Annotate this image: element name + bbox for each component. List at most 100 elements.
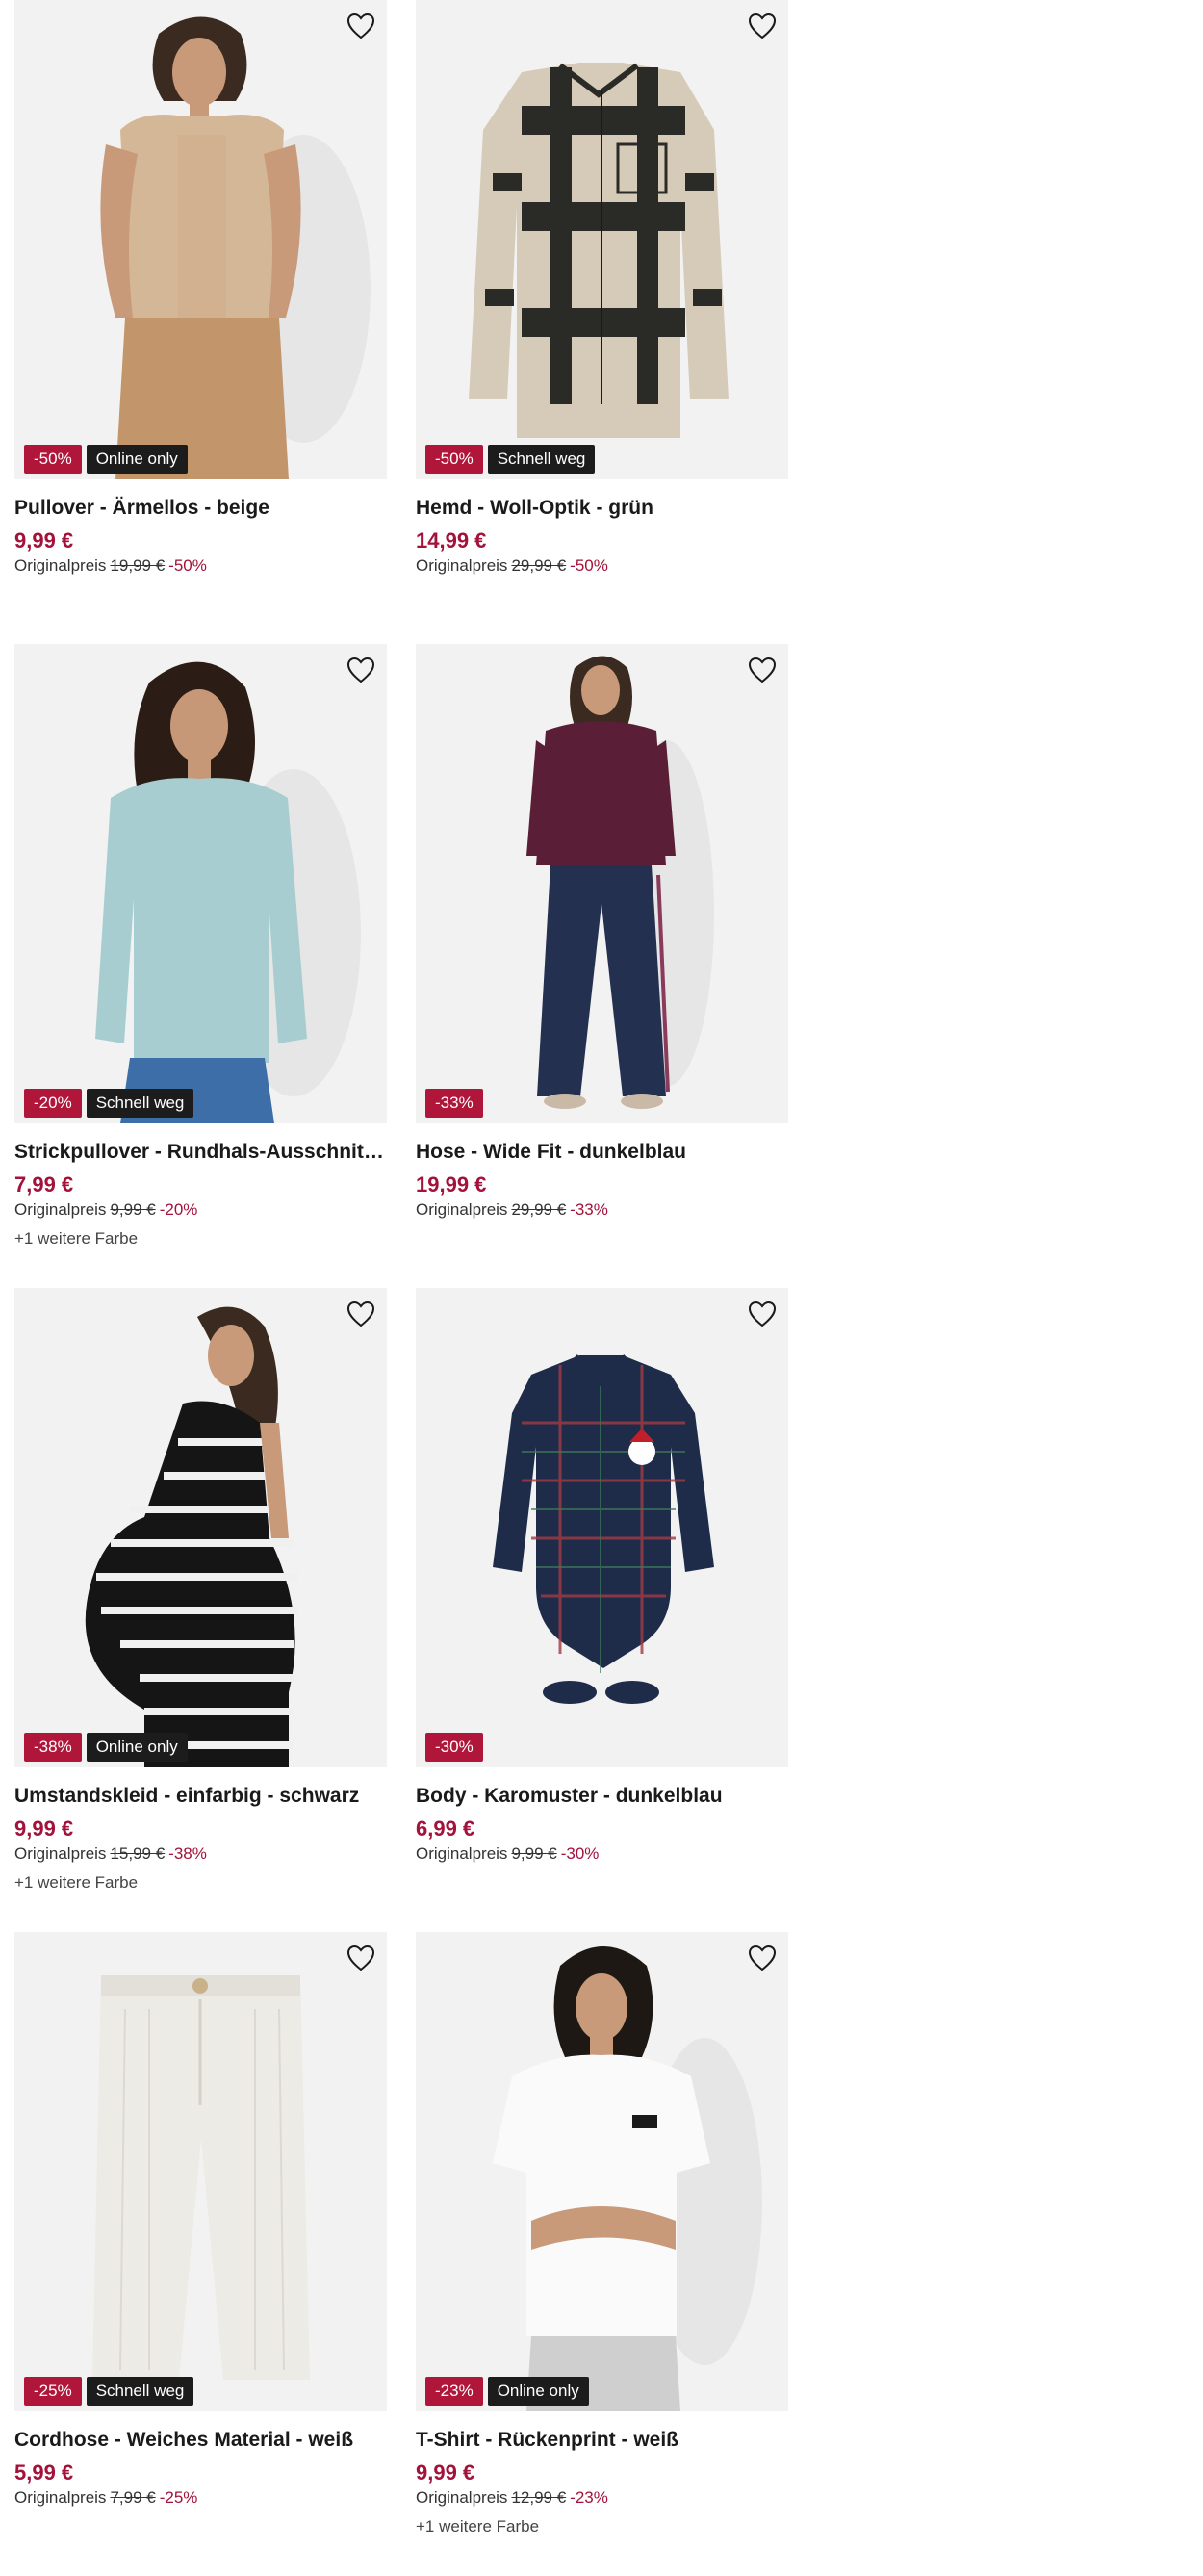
original-price: 7,99 € <box>110 2488 156 2507</box>
product-title[interactable]: Strickpullover - Rundhals-Ausschnitt - t… <box>14 1139 387 1166</box>
baby-body-image <box>416 1288 788 1767</box>
product-title[interactable]: Hose - Wide Fit - dunkelblau <box>416 1139 788 1166</box>
original-price-line: Originalpreis 7,99 € -25% <box>14 2486 387 2510</box>
product-card[interactable]: -50% Online only Pullover - Ärmellos - b… <box>14 0 387 578</box>
original-label: Originalpreis <box>416 556 508 575</box>
product-title[interactable]: Pullover - Ärmellos - beige <box>14 495 387 522</box>
tag-badge: Online only <box>487 2377 589 2406</box>
knit-sweater-image <box>14 644 387 1123</box>
product-card[interactable]: -38% Online only Umstandskleid - einfarb… <box>14 1288 387 1894</box>
wishlist-button[interactable] <box>746 1298 779 1330</box>
tag-badge: Schnell weg <box>86 2377 194 2406</box>
original-label: Originalpreis <box>14 556 107 575</box>
original-label: Originalpreis <box>14 1200 107 1219</box>
more-colors-link[interactable]: +1 weitere Farbe <box>14 1227 387 1250</box>
original-price-line: Originalpreis 12,99 € -23% <box>416 2486 788 2510</box>
badges: -20% Schnell weg <box>24 1089 194 1118</box>
heart-icon <box>346 1945 375 1971</box>
original-price: 12,99 € <box>511 2488 567 2507</box>
product-card[interactable]: -20% Schnell weg Strickpullover - Rundha… <box>14 644 387 1250</box>
heart-icon <box>748 1945 777 1971</box>
plaid-shirt-image <box>416 0 788 479</box>
original-price: 15,99 € <box>110 1844 166 1863</box>
heart-icon <box>346 657 375 683</box>
badges: -23% Online only <box>425 2377 589 2406</box>
original-label: Originalpreis <box>416 1844 508 1863</box>
discount-percent: -25% <box>159 2488 198 2507</box>
more-colors-link[interactable]: +1 weitere Farbe <box>416 2515 788 2538</box>
discount-badge: -50% <box>425 445 483 474</box>
original-label: Originalpreis <box>416 2488 508 2507</box>
maternity-dress-image <box>14 1288 387 1767</box>
original-price: 9,99 € <box>511 1844 557 1863</box>
product-price: 14,99 € <box>416 528 487 553</box>
tag-badge: Online only <box>86 1733 188 1762</box>
wishlist-button[interactable] <box>746 654 779 686</box>
wishlist-button[interactable] <box>746 10 779 42</box>
badges: -25% Schnell weg <box>24 2377 194 2406</box>
heart-icon <box>748 657 777 683</box>
product-card[interactable]: -23% Online only T-Shirt - Rückenprint -… <box>416 1932 788 2538</box>
original-price-line: Originalpreis 9,99 € -30% <box>416 1842 788 1866</box>
product-image[interactable]: -33% <box>416 644 788 1123</box>
badges: -50% Schnell weg <box>425 445 596 474</box>
discount-badge: -33% <box>425 1089 483 1118</box>
discount-percent: -38% <box>168 1844 207 1863</box>
product-title[interactable]: Body - Karomuster - dunkelblau <box>416 1783 788 1810</box>
heart-icon <box>748 13 777 39</box>
product-price: 5,99 € <box>14 2460 74 2485</box>
product-image[interactable]: -30% <box>416 1288 788 1767</box>
wishlist-button[interactable] <box>345 1298 377 1330</box>
tag-badge: Online only <box>86 445 188 474</box>
discount-badge: -50% <box>24 445 82 474</box>
wishlist-button[interactable] <box>746 1942 779 1974</box>
original-price-line: Originalpreis 9,99 € -20% <box>14 1198 387 1222</box>
wishlist-button[interactable] <box>345 654 377 686</box>
badges: -30% <box>425 1733 483 1762</box>
original-price-line: Originalpreis 29,99 € -50% <box>416 554 788 578</box>
product-image[interactable]: -23% Online only <box>416 1932 788 2411</box>
original-price: 29,99 € <box>511 1200 567 1219</box>
wide-pants-image <box>416 644 788 1123</box>
product-image[interactable]: -25% Schnell weg <box>14 1932 387 2411</box>
product-title[interactable]: Cordhose - Weiches Material - weiß <box>14 2427 387 2454</box>
wishlist-button[interactable] <box>345 1942 377 1974</box>
original-price-line: Originalpreis 29,99 € -33% <box>416 1198 788 1222</box>
more-colors-link[interactable]: +1 weitere Farbe <box>14 1871 387 1894</box>
discount-percent: -50% <box>570 556 608 575</box>
discount-percent: -30% <box>560 1844 600 1863</box>
original-price: 19,99 € <box>110 556 166 575</box>
product-image[interactable]: -50% Schnell weg <box>416 0 788 479</box>
discount-badge: -23% <box>425 2377 483 2406</box>
original-price: 29,99 € <box>511 556 567 575</box>
product-title[interactable]: Hemd - Woll-Optik - grün <box>416 495 788 522</box>
product-card[interactable]: -30% Body - Karomuster - dunkelblau 6,99… <box>416 1288 788 1866</box>
product-image[interactable]: -38% Online only <box>14 1288 387 1767</box>
product-title[interactable]: T-Shirt - Rückenprint - weiß <box>416 2427 788 2454</box>
discount-percent: -20% <box>159 1200 198 1219</box>
product-price: 9,99 € <box>14 1816 74 1841</box>
product-card[interactable]: -25% Schnell weg Cordhose - Weiches Mate… <box>14 1932 387 2510</box>
original-label: Originalpreis <box>14 2488 107 2507</box>
badges: -38% Online only <box>24 1733 188 1762</box>
cord-pants-image <box>14 1932 387 2411</box>
heart-icon <box>748 1301 777 1327</box>
badges: -50% Online only <box>24 445 188 474</box>
discount-badge: -30% <box>425 1733 483 1762</box>
discount-percent: -50% <box>168 556 207 575</box>
original-price-line: Originalpreis 19,99 € -50% <box>14 554 387 578</box>
product-price: 9,99 € <box>14 528 74 553</box>
sweater-vest-image <box>14 0 387 479</box>
product-image[interactable]: -50% Online only <box>14 0 387 479</box>
wishlist-button[interactable] <box>345 10 377 42</box>
product-card[interactable]: -33% Hose - Wide Fit - dunkelblau 19,99 … <box>416 644 788 1222</box>
product-price: 6,99 € <box>416 1816 475 1841</box>
product-image[interactable]: -20% Schnell weg <box>14 644 387 1123</box>
discount-badge: -20% <box>24 1089 82 1118</box>
product-card[interactable]: -50% Schnell weg Hemd - Woll-Optik - grü… <box>416 0 788 578</box>
original-price-line: Originalpreis 15,99 € -38% <box>14 1842 387 1866</box>
product-title[interactable]: Umstandskleid - einfarbig - schwarz <box>14 1783 387 1810</box>
badges: -33% <box>425 1089 483 1118</box>
heart-icon <box>346 1301 375 1327</box>
original-price: 9,99 € <box>110 1200 156 1219</box>
